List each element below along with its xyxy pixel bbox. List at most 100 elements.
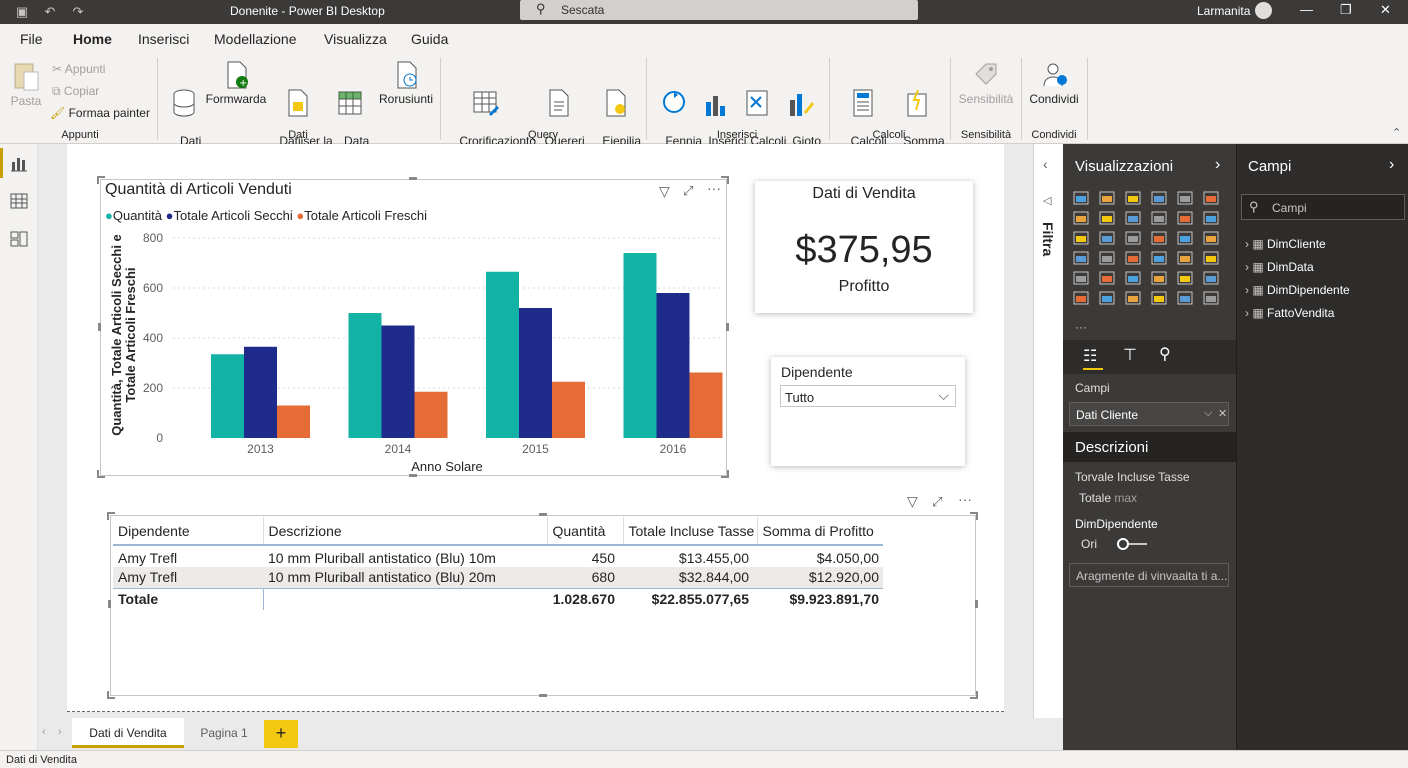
- decomposition-icon[interactable]: [1073, 291, 1089, 305]
- resize-handle[interactable]: [539, 513, 547, 516]
- resize-handle[interactable]: [97, 176, 105, 184]
- bar-quantita[interactable]: [486, 271, 519, 438]
- bar-freschi[interactable]: [277, 405, 310, 439]
- undo-icon[interactable]: ↶: [42, 4, 58, 20]
- column-header[interactable]: Descrizione: [263, 517, 548, 545]
- bar-secchi[interactable]: [244, 346, 277, 438]
- column-header[interactable]: Totale Incluse Tasse: [623, 517, 758, 545]
- bar-chart-visual[interactable]: Quantità di Articoli Venduti ▽ ⤢ ··· ●Qu…: [100, 179, 727, 476]
- filter-icon[interactable]: ▽: [907, 493, 918, 510]
- close-icon[interactable]: ✕: [1380, 2, 1391, 18]
- fields-search-input[interactable]: ⚲ Campi: [1241, 194, 1405, 220]
- remove-field-icon[interactable]: ✕: [1218, 407, 1227, 420]
- filters-pane-collapsed[interactable]: ‹ ◁ Filtra: [1033, 144, 1063, 750]
- scatter-icon[interactable]: [1125, 231, 1141, 245]
- page-tab[interactable]: Pagina 1: [186, 718, 262, 748]
- column-header[interactable]: Somma di Profitto: [757, 517, 883, 545]
- field-table-item[interactable]: › ▦ DimData: [1245, 260, 1314, 274]
- prev-page-icon[interactable]: ‹: [42, 726, 46, 738]
- tab-help[interactable]: Guida: [411, 31, 448, 47]
- bar-quantita[interactable]: [348, 313, 382, 438]
- line-icon[interactable]: [1073, 211, 1089, 225]
- tab-home[interactable]: Home: [73, 31, 112, 57]
- stacked-area-icon[interactable]: [1125, 211, 1141, 225]
- descriptions-header[interactable]: Descrizioni: [1063, 432, 1236, 462]
- analytics-magnifier-icon[interactable]: ⚲: [1159, 344, 1171, 364]
- clustered-bar-icon[interactable]: [1125, 191, 1141, 205]
- kpi-icon[interactable]: [1073, 271, 1089, 285]
- python-visual-icon[interactable]: [1177, 271, 1193, 285]
- more-visuals-icon[interactable]: ···: [1075, 320, 1087, 334]
- funnel-icon[interactable]: [1099, 231, 1115, 245]
- resize-handle[interactable]: [975, 600, 978, 608]
- column-header[interactable]: Quantità: [547, 517, 624, 545]
- resize-handle[interactable]: [539, 694, 547, 697]
- paste-button[interactable]: Pasta: [8, 60, 44, 108]
- avatar[interactable]: [1255, 2, 1272, 19]
- bar-secchi[interactable]: [519, 308, 552, 438]
- table-viz-icon[interactable]: [1125, 271, 1141, 285]
- resize-handle[interactable]: [409, 474, 417, 477]
- data-view-icon[interactable]: [10, 192, 28, 210]
- fields-tab-icon[interactable]: ☷: [1083, 346, 1097, 366]
- resize-handle[interactable]: [721, 470, 729, 478]
- sensitivity-button[interactable]: Sensibilità: [956, 60, 1016, 106]
- chevron-right-icon[interactable]: ›: [1389, 156, 1394, 174]
- minimize-icon[interactable]: —: [1300, 2, 1313, 17]
- line-clustered-icon[interactable]: [1177, 211, 1193, 225]
- card-icon[interactable]: [1177, 251, 1193, 265]
- focus-mode-icon[interactable]: ⤢: [932, 494, 942, 510]
- field-well-chip[interactable]: Dati Cliente ⌵ ✕: [1069, 402, 1229, 426]
- more-options-icon[interactable]: ···: [958, 491, 972, 507]
- chevron-left-icon[interactable]: ‹: [1043, 156, 1048, 172]
- bar-quantita[interactable]: [623, 253, 657, 438]
- shape-map-icon[interactable]: [1125, 251, 1141, 265]
- kpi-card[interactable]: Dati di Vendita $375,95 Profitto: [755, 181, 973, 313]
- add-drillthrough-field[interactable]: Aragmente di vinvaaita ti a...: [1069, 563, 1229, 587]
- donut-icon[interactable]: [1177, 231, 1193, 245]
- format-painter-button[interactable]: 🖌 Formaa painter: [50, 106, 150, 120]
- clustered-column-icon[interactable]: [1151, 191, 1167, 205]
- save-icon[interactable]: ▣: [14, 4, 30, 20]
- restore-icon[interactable]: ❐: [1340, 2, 1352, 18]
- paginated-icon[interactable]: [1151, 291, 1167, 305]
- waterfall-icon[interactable]: [1073, 231, 1089, 245]
- user-name[interactable]: Larmanita: [1197, 4, 1250, 18]
- r-visual-icon[interactable]: [1151, 271, 1167, 285]
- bar-secchi[interactable]: [381, 325, 415, 439]
- ribbon-icon[interactable]: [1203, 211, 1219, 225]
- narrative-icon[interactable]: [1125, 291, 1141, 305]
- drill-toggle[interactable]: [1117, 538, 1147, 550]
- cut-button[interactable]: ✂ Appunti: [52, 62, 105, 76]
- resize-handle[interactable]: [98, 323, 101, 331]
- next-page-icon[interactable]: ›: [58, 726, 62, 738]
- bar-secchi[interactable]: [656, 293, 690, 438]
- field-table-item[interactable]: › ▦ DimCliente: [1245, 237, 1326, 251]
- table-row[interactable]: Amy Trefl 10 mm Pluriball antistatico (B…: [113, 545, 883, 567]
- bar-quantita[interactable]: [211, 354, 244, 438]
- copy-button[interactable]: ⧉ Copiar: [52, 84, 99, 99]
- 100-bar-icon[interactable]: [1177, 191, 1193, 205]
- add-page-button[interactable]: +: [264, 720, 298, 748]
- line-column-icon[interactable]: [1151, 211, 1167, 225]
- field-table-item[interactable]: › ▦ FattoVendita: [1245, 306, 1334, 320]
- filled-map-icon[interactable]: [1099, 251, 1115, 265]
- stacked-bar-icon[interactable]: [1073, 191, 1089, 205]
- resize-handle[interactable]: [409, 177, 417, 180]
- power-apps-icon[interactable]: [1177, 291, 1193, 305]
- search-box[interactable]: ⚲ Sescata: [520, 0, 918, 20]
- multirow-card-icon[interactable]: [1203, 251, 1219, 265]
- redo-icon[interactable]: ↷: [70, 4, 86, 20]
- resize-handle[interactable]: [726, 323, 729, 331]
- tab-insert[interactable]: Inserisci: [138, 31, 189, 47]
- custom-visual-icon[interactable]: [1203, 291, 1219, 305]
- share-button[interactable]: Condividi: [1026, 60, 1082, 106]
- resize-handle[interactable]: [970, 512, 978, 520]
- column-header[interactable]: Dipendente: [113, 517, 264, 545]
- forward-button[interactable]: + Formwarda: [205, 60, 267, 106]
- tab-modeling[interactable]: Modellazione: [214, 31, 297, 47]
- bar-freschi[interactable]: [414, 391, 448, 438]
- treemap-icon[interactable]: [1203, 231, 1219, 245]
- chevron-down-icon[interactable]: ⌵: [1204, 407, 1212, 420]
- qa-icon[interactable]: [1099, 291, 1115, 305]
